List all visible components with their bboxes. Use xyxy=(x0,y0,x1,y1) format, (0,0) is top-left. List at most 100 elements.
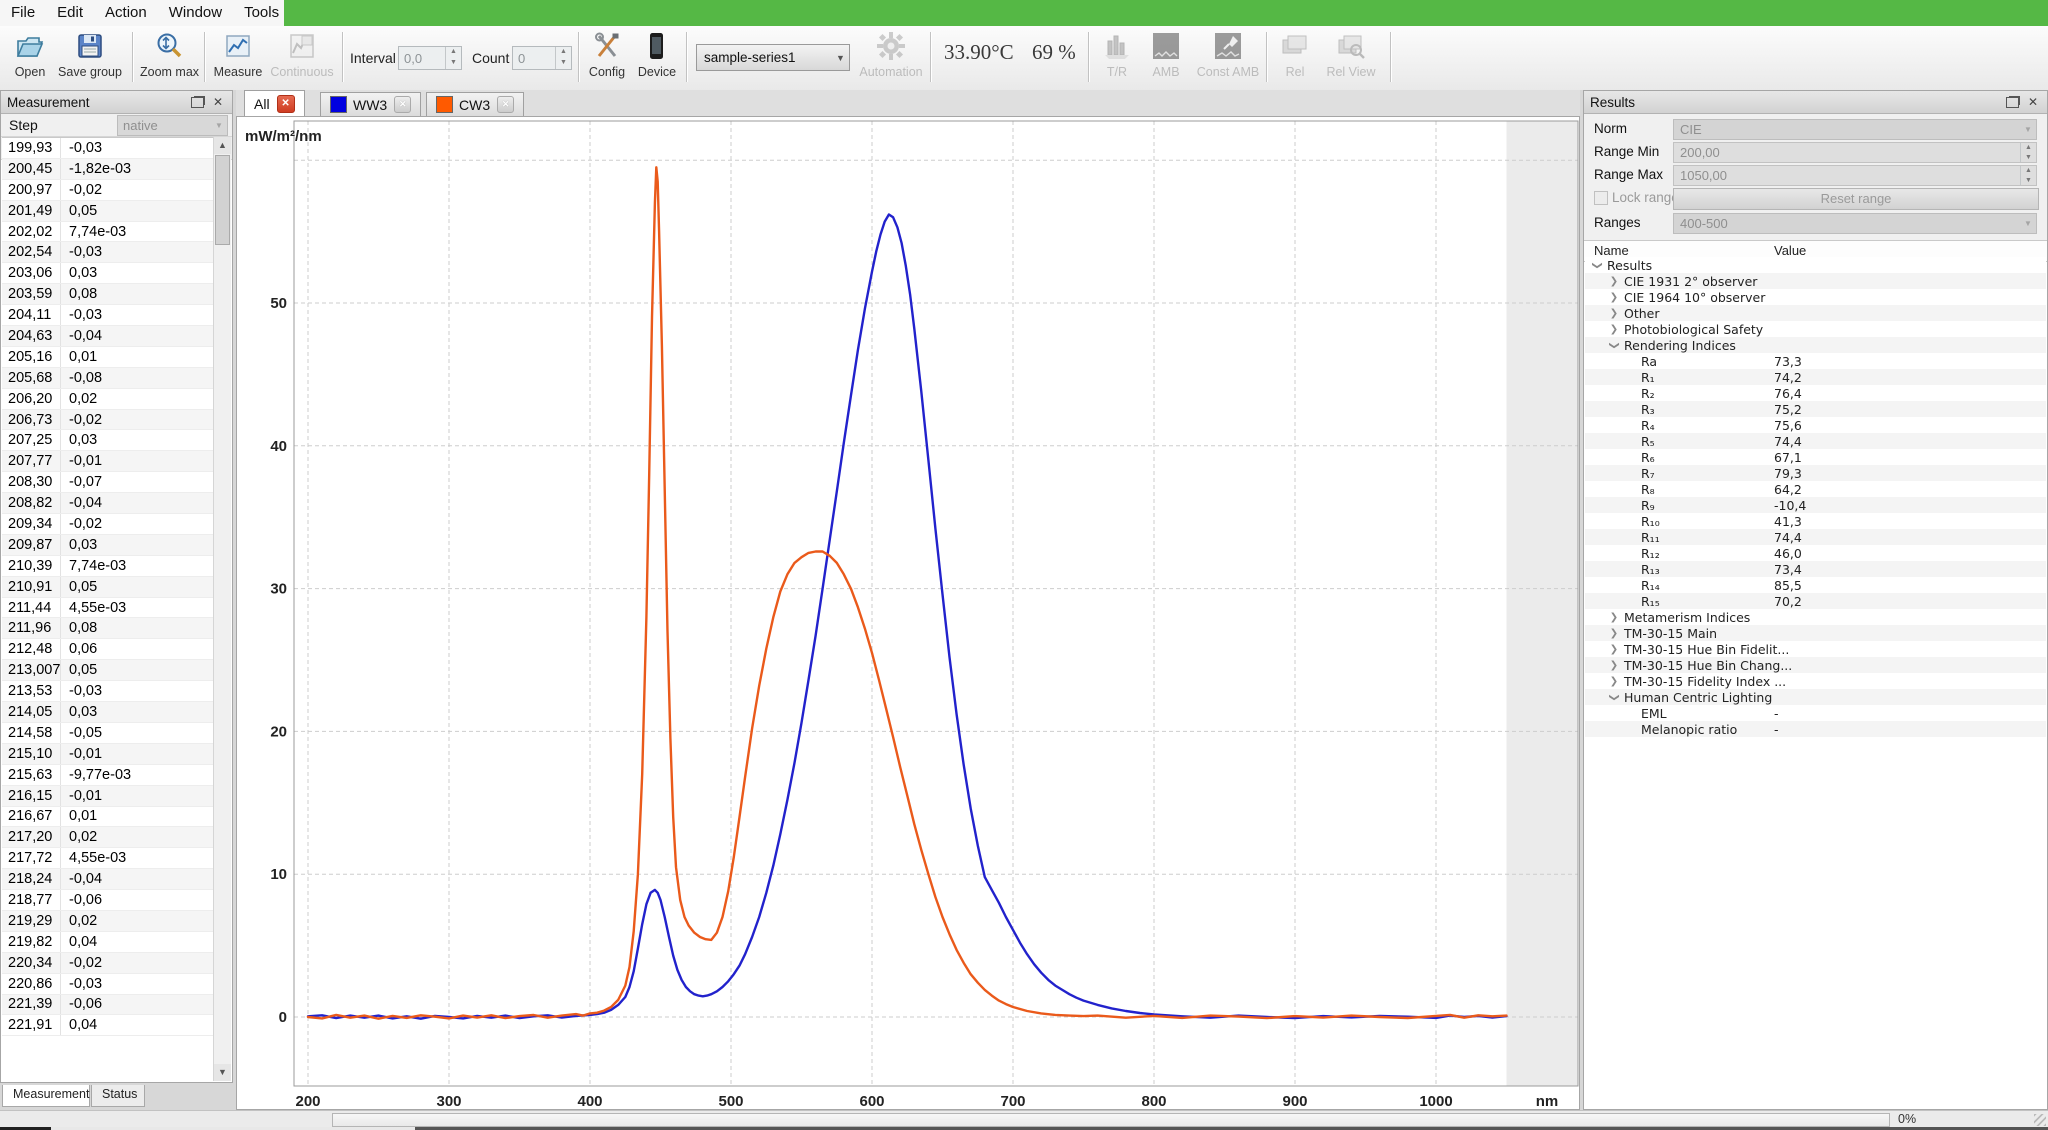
table-row[interactable]: 204,63-0,04 xyxy=(2,326,214,347)
table-row[interactable]: 203,590,08 xyxy=(2,284,214,305)
table-row[interactable]: 202,54-0,03 xyxy=(2,242,214,263)
scrollbar-thumb[interactable] xyxy=(215,155,230,245)
table-row[interactable]: 209,870,03 xyxy=(2,535,214,556)
tree-row[interactable]: R₆67,1 xyxy=(1585,449,2046,465)
tree-row[interactable]: ❯TM-30-15 Hue Bin Chang... xyxy=(1585,657,2046,673)
table-row[interactable]: 211,444,55e-03 xyxy=(2,598,214,619)
table-row[interactable]: 210,910,05 xyxy=(2,577,214,598)
collapse-icon[interactable]: ❯ xyxy=(1609,691,1620,703)
chart-tab-ww3[interactable]: WW3✕ xyxy=(320,92,421,116)
interval-spinner-arrows[interactable]: ▲▼ xyxy=(445,47,461,69)
table-row[interactable]: 219,290,02 xyxy=(2,911,214,932)
open-button[interactable]: Open xyxy=(6,29,54,87)
tree-row[interactable]: R₁₀41,3 xyxy=(1585,513,2046,529)
table-row[interactable]: 204,11-0,03 xyxy=(2,305,214,326)
tree-row[interactable]: R₁₄85,5 xyxy=(1585,577,2046,593)
table-row[interactable]: 214,050,03 xyxy=(2,702,214,723)
table-row[interactable]: 216,670,01 xyxy=(2,807,214,828)
menu-item-action[interactable]: Action xyxy=(94,0,158,26)
table-row[interactable]: 215,10-0,01 xyxy=(2,744,214,765)
tree-row[interactable]: R₇79,3 xyxy=(1585,465,2046,481)
tree-row[interactable]: R₁₁74,4 xyxy=(1585,529,2046,545)
table-row[interactable]: 217,200,02 xyxy=(2,827,214,848)
table-row[interactable]: 215,63-9,77e-03 xyxy=(2,765,214,786)
close-tab-icon[interactable]: ✕ xyxy=(394,96,411,113)
tree-row[interactable]: ❯Metamerism Indices xyxy=(1585,609,2046,625)
chart-tab-all[interactable]: All✕ xyxy=(244,90,305,116)
menu-item-tools[interactable]: Tools xyxy=(233,0,290,26)
table-row[interactable]: 212,480,06 xyxy=(2,639,214,660)
scroll-down-icon[interactable]: ▼ xyxy=(214,1064,231,1081)
table-row[interactable]: 211,960,08 xyxy=(2,618,214,639)
tree-row[interactable]: R₄75,6 xyxy=(1585,417,2046,433)
tree-row[interactable]: ❯Results xyxy=(1585,257,2046,273)
expand-icon[interactable]: ❯ xyxy=(1608,660,1620,671)
table-row[interactable]: 218,77-0,06 xyxy=(2,890,214,911)
table-row[interactable]: 220,34-0,02 xyxy=(2,953,214,974)
table-row[interactable]: 214,58-0,05 xyxy=(2,723,214,744)
table-row[interactable]: 203,060,03 xyxy=(2,263,214,284)
table-row[interactable]: 205,160,01 xyxy=(2,347,214,368)
menu-item-window[interactable]: Window xyxy=(158,0,233,26)
table-row[interactable]: 207,250,03 xyxy=(2,430,214,451)
expand-icon[interactable]: ❯ xyxy=(1608,276,1620,287)
tree-row[interactable]: ❯Human Centric Lighting xyxy=(1585,689,2046,705)
table-row[interactable]: 209,34-0,02 xyxy=(2,514,214,535)
table-row[interactable]: 221,910,04 xyxy=(2,1015,214,1036)
tree-row[interactable]: R₁₂46,0 xyxy=(1585,545,2046,561)
spectrum-chart[interactable]: 010203040502003004005006007008009001000n… xyxy=(237,117,1579,1109)
count-spinner-arrows[interactable]: ▲▼ xyxy=(555,47,571,69)
table-row[interactable]: 202,027,74e-03 xyxy=(2,222,214,243)
tree-row[interactable]: R₂76,4 xyxy=(1585,385,2046,401)
expand-icon[interactable]: ❯ xyxy=(1608,612,1620,623)
device-button[interactable]: Device xyxy=(634,29,680,87)
tree-row[interactable]: EML- xyxy=(1585,705,2046,721)
close-panel-icon[interactable]: ✕ xyxy=(2025,95,2041,109)
measure-button[interactable]: Measure xyxy=(212,29,264,87)
expand-icon[interactable]: ❯ xyxy=(1608,628,1620,639)
tree-row[interactable]: ❯Other xyxy=(1585,305,2046,321)
collapse-icon[interactable]: ❯ xyxy=(1609,339,1620,351)
table-row[interactable]: 213,0070,05 xyxy=(2,660,214,681)
close-tab-icon[interactable]: ✕ xyxy=(497,96,514,113)
tree-row[interactable]: Melanopic ratio- xyxy=(1585,721,2046,737)
table-row[interactable]: 206,73-0,02 xyxy=(2,410,214,431)
save-group-button[interactable]: Save group xyxy=(56,29,124,87)
table-row[interactable]: 199,93-0,03 xyxy=(2,138,214,159)
expand-icon[interactable]: ❯ xyxy=(1608,292,1620,303)
menu-item-file[interactable]: File xyxy=(0,0,46,26)
scroll-up-icon[interactable]: ▲ xyxy=(214,137,231,154)
results-tree[interactable]: ❯Results❯CIE 1931 2° observer❯CIE 1964 1… xyxy=(1585,257,2046,1108)
collapse-icon[interactable]: ❯ xyxy=(1592,259,1603,271)
tree-row[interactable]: R₉-10,4 xyxy=(1585,497,2046,513)
tree-row[interactable]: ❯CIE 1931 2° observer xyxy=(1585,273,2046,289)
menu-item-edit[interactable]: Edit xyxy=(46,0,94,26)
tree-row[interactable]: ❯Rendering Indices xyxy=(1585,337,2046,353)
close-panel-icon[interactable]: ✕ xyxy=(210,95,226,109)
table-row[interactable]: 201,490,05 xyxy=(2,201,214,222)
count-spinbox[interactable]: 0 ▲▼ xyxy=(512,46,572,70)
tree-row[interactable]: R₁₅70,2 xyxy=(1585,593,2046,609)
resize-grip[interactable] xyxy=(2034,1114,2046,1126)
interval-spinbox[interactable]: 0,0 ▲▼ xyxy=(398,46,462,70)
tree-row[interactable]: ❯TM-30-15 Hue Bin Fidelit... xyxy=(1585,641,2046,657)
expand-icon[interactable]: ❯ xyxy=(1608,308,1620,319)
tree-row[interactable]: Ra73,3 xyxy=(1585,353,2046,369)
series-combo[interactable]: sample-series1 ▼ xyxy=(696,44,850,71)
table-row[interactable]: 218,24-0,04 xyxy=(2,869,214,890)
float-panel-icon[interactable] xyxy=(2006,97,2019,108)
close-tab-icon[interactable]: ✕ xyxy=(277,95,295,113)
tree-row[interactable]: R₈64,2 xyxy=(1585,481,2046,497)
tree-row[interactable]: ❯CIE 1964 10° observer xyxy=(1585,289,2046,305)
table-row[interactable]: 221,39-0,06 xyxy=(2,995,214,1016)
expand-icon[interactable]: ❯ xyxy=(1608,644,1620,655)
tree-row[interactable]: ❯TM-30-15 Fidelity Index ... xyxy=(1585,673,2046,689)
zoom-max-button[interactable]: Zoom max xyxy=(140,29,198,87)
bottom-tab-status[interactable]: Status xyxy=(91,1085,145,1107)
tree-row[interactable]: ❯Photobiological Safety xyxy=(1585,321,2046,337)
table-row[interactable]: 200,97-0,02 xyxy=(2,180,214,201)
table-row[interactable]: 219,820,04 xyxy=(2,932,214,953)
table-row[interactable]: 207,77-0,01 xyxy=(2,451,214,472)
float-panel-icon[interactable] xyxy=(191,97,204,108)
table-row[interactable]: 208,82-0,04 xyxy=(2,493,214,514)
